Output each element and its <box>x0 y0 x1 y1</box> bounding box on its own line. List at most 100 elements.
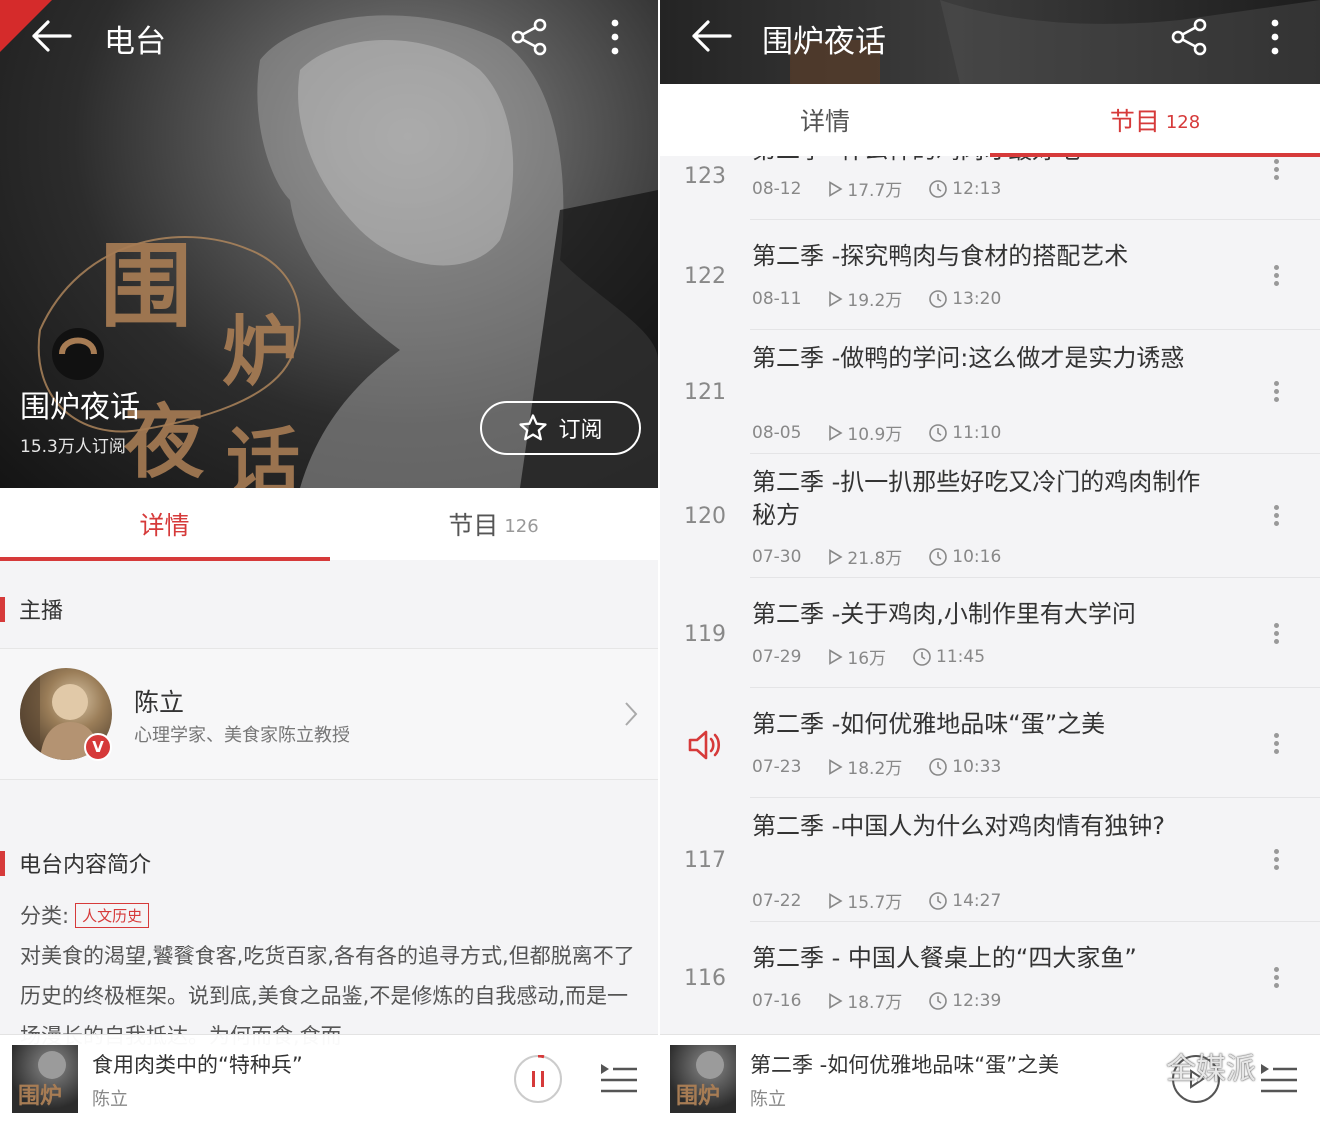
back-arrow-icon <box>32 20 72 52</box>
episode-more-button[interactable] <box>1270 156 1282 183</box>
episode-more-button[interactable] <box>1270 846 1282 873</box>
episode-duration: 11:45 <box>936 646 986 667</box>
more-vertical-icon <box>1271 19 1279 55</box>
watermark: 全媒派 <box>1120 1044 1256 1088</box>
play-count-icon <box>829 290 843 307</box>
list-item[interactable]: 121 第二季 -做鸭的学问:这么做才是实力诱惑 08-05 10.9万 11:… <box>660 330 1320 454</box>
episode-number: 116 <box>684 966 726 991</box>
playlist-button[interactable] <box>1258 1059 1300 1099</box>
host-name: 陈立 <box>134 688 185 717</box>
episode-date: 07-23 <box>752 756 802 777</box>
more-menu-button[interactable] <box>1262 14 1288 60</box>
play-count-icon <box>829 548 843 565</box>
episode-title: 第二季 -关于鸡肉,小制作里有大学问 <box>752 600 1136 628</box>
now-playing-title: 食用肉类中的“特种兵” <box>92 1053 303 1077</box>
cover-thumbnail: 围炉 <box>676 1051 724 1109</box>
episode-number: 120 <box>684 504 726 529</box>
episode-more-button[interactable] <box>1270 964 1282 991</box>
episode-meta: 08-12 17.7万 12:13 <box>752 176 1001 202</box>
playlist-button[interactable] <box>598 1059 640 1099</box>
host-description: 心理学家、美食家陈立教授 <box>134 725 350 746</box>
list-item[interactable]: 119 第二季 -关于鸡肉,小制作里有大学问 07-29 16万 11:45 <box>660 578 1320 688</box>
episode-plays: 18.7万 <box>847 993 903 1013</box>
pause-button[interactable] <box>514 1055 562 1103</box>
section-accent-bar <box>0 596 5 622</box>
episode-plays: 15.7万 <box>847 893 903 913</box>
host-detail-chevron[interactable] <box>622 700 640 732</box>
episode-more-button[interactable] <box>1270 378 1282 405</box>
tab-bar: 详情 节目 128 <box>660 84 1320 156</box>
tab-episodes[interactable]: 节目 126 <box>329 488 658 560</box>
episode-date: 07-30 <box>752 546 802 567</box>
now-playing-artist: 陈立 <box>92 1089 128 1110</box>
episode-title: 第二季 - 中国人餐桌上的“四大家鱼” <box>752 944 1137 972</box>
host-section-title: 主播 <box>19 599 64 624</box>
tab-details-label: 详情 <box>139 511 190 540</box>
play-count-icon <box>829 424 843 441</box>
svg-text:话: 话 <box>226 420 300 488</box>
episode-more-button[interactable] <box>1270 620 1282 647</box>
mini-player-cover[interactable]: 围炉 <box>12 1045 78 1113</box>
episode-more-button[interactable] <box>1270 262 1282 289</box>
clock-icon <box>929 991 948 1010</box>
subscribe-button[interactable]: 订阅 <box>480 401 641 455</box>
svg-text:围炉: 围炉 <box>18 1083 62 1109</box>
episode-date: 07-16 <box>752 990 802 1011</box>
share-button[interactable] <box>506 14 552 60</box>
more-vertical-icon <box>611 19 619 55</box>
episode-date: 07-29 <box>752 646 802 667</box>
tab-details-label: 详情 <box>799 107 850 136</box>
list-item[interactable]: 116 第二季 - 中国人餐桌上的“四大家鱼” 07-16 18.7万 12:3… <box>660 922 1320 1034</box>
intro-section-header: 电台内容简介 <box>0 832 658 894</box>
episode-meta: 07-16 18.7万 12:39 <box>752 988 1002 1014</box>
subscribe-label: 订阅 <box>558 418 603 443</box>
category-tag[interactable]: 人文历史 <box>75 902 150 928</box>
tab-episodes[interactable]: 节目 128 <box>990 84 1320 156</box>
more-menu-button[interactable] <box>602 14 628 60</box>
play-count-icon <box>829 758 843 775</box>
svg-text:围: 围 <box>100 232 192 340</box>
mini-player[interactable]: 围炉 食用肉类中的“特种兵” 陈立 <box>0 1034 658 1124</box>
back-button[interactable] <box>26 16 76 56</box>
episode-title: 第二季 -如何优雅地品味“蛋”之美 <box>752 710 1106 738</box>
tab-indicator <box>0 557 330 561</box>
radio-title: 围炉夜话 <box>20 390 140 425</box>
section-accent-bar <box>0 850 5 876</box>
tab-details[interactable]: 详情 <box>0 488 329 560</box>
episode-more-button[interactable] <box>1270 730 1282 757</box>
star-icon <box>519 414 548 441</box>
play-count-icon <box>829 892 843 909</box>
back-button[interactable] <box>686 16 736 56</box>
episode-date: 07-22 <box>752 890 802 911</box>
episode-more-button[interactable] <box>1270 502 1282 529</box>
episode-plays: 19.2万 <box>847 291 903 311</box>
tab-episodes-label: 节目 <box>1109 107 1160 136</box>
share-button[interactable] <box>1166 14 1212 60</box>
svg-text:围炉: 围炉 <box>676 1083 720 1109</box>
radio-detail-screen: 围 炉 夜 话 电台 围炉夜话 15.3万人订阅 订阅 详情 节目 126 主播… <box>0 0 658 1124</box>
episode-duration: 10:16 <box>952 546 1002 567</box>
subscriber-count: 15.3万人订阅 <box>20 437 126 457</box>
play-count-icon <box>829 992 843 1009</box>
wechat-icon <box>1121 1052 1159 1080</box>
list-item[interactable]: 117 第二季 -中国人为什么对鸡肉情有独钟? 07-22 15.7万 14:2… <box>660 798 1320 922</box>
playlist-icon <box>601 1064 637 1093</box>
episode-duration: 10:33 <box>952 756 1002 777</box>
play-count-icon <box>829 180 843 197</box>
list-item-now-playing[interactable]: 第二季 -如何优雅地品味“蛋”之美 07-23 18.2万 10:33 <box>660 688 1320 798</box>
tab-details[interactable]: 详情 <box>660 84 990 156</box>
tab-bar: 详情 节目 126 <box>0 488 658 560</box>
episode-title: 第二季 -什么样的鸡肉才最好吃 <box>752 156 1232 167</box>
episode-meta: 08-05 10.9万 11:10 <box>752 420 1001 446</box>
list-item[interactable]: 122 第二季 -探究鸭肉与食材的搭配艺术 08-11 19.2万 13:20 <box>660 220 1320 330</box>
share-icon <box>1171 18 1207 56</box>
back-arrow-icon <box>692 20 732 52</box>
episode-duration: 14:27 <box>952 890 1002 911</box>
list-item[interactable]: 123 第二季 -什么样的鸡肉才最好吃 08-12 17.7万 12:13 <box>660 156 1320 220</box>
mini-player-cover[interactable]: 围炉 <box>670 1045 736 1113</box>
episode-title: 第二季 -扒一扒那些好吃又冷门的鸡肉制作秘方 <box>752 468 1201 529</box>
list-item[interactable]: 120 第二季 -扒一扒那些好吃又冷门的鸡肉制作秘方 07-30 21.8万 1… <box>660 454 1320 578</box>
tab-episodes-count: 128 <box>1165 111 1201 133</box>
hero-banner: 围 炉 夜 话 电台 围炉夜话 15.3万人订阅 订阅 <box>0 0 658 488</box>
episode-duration: 12:39 <box>952 990 1002 1011</box>
